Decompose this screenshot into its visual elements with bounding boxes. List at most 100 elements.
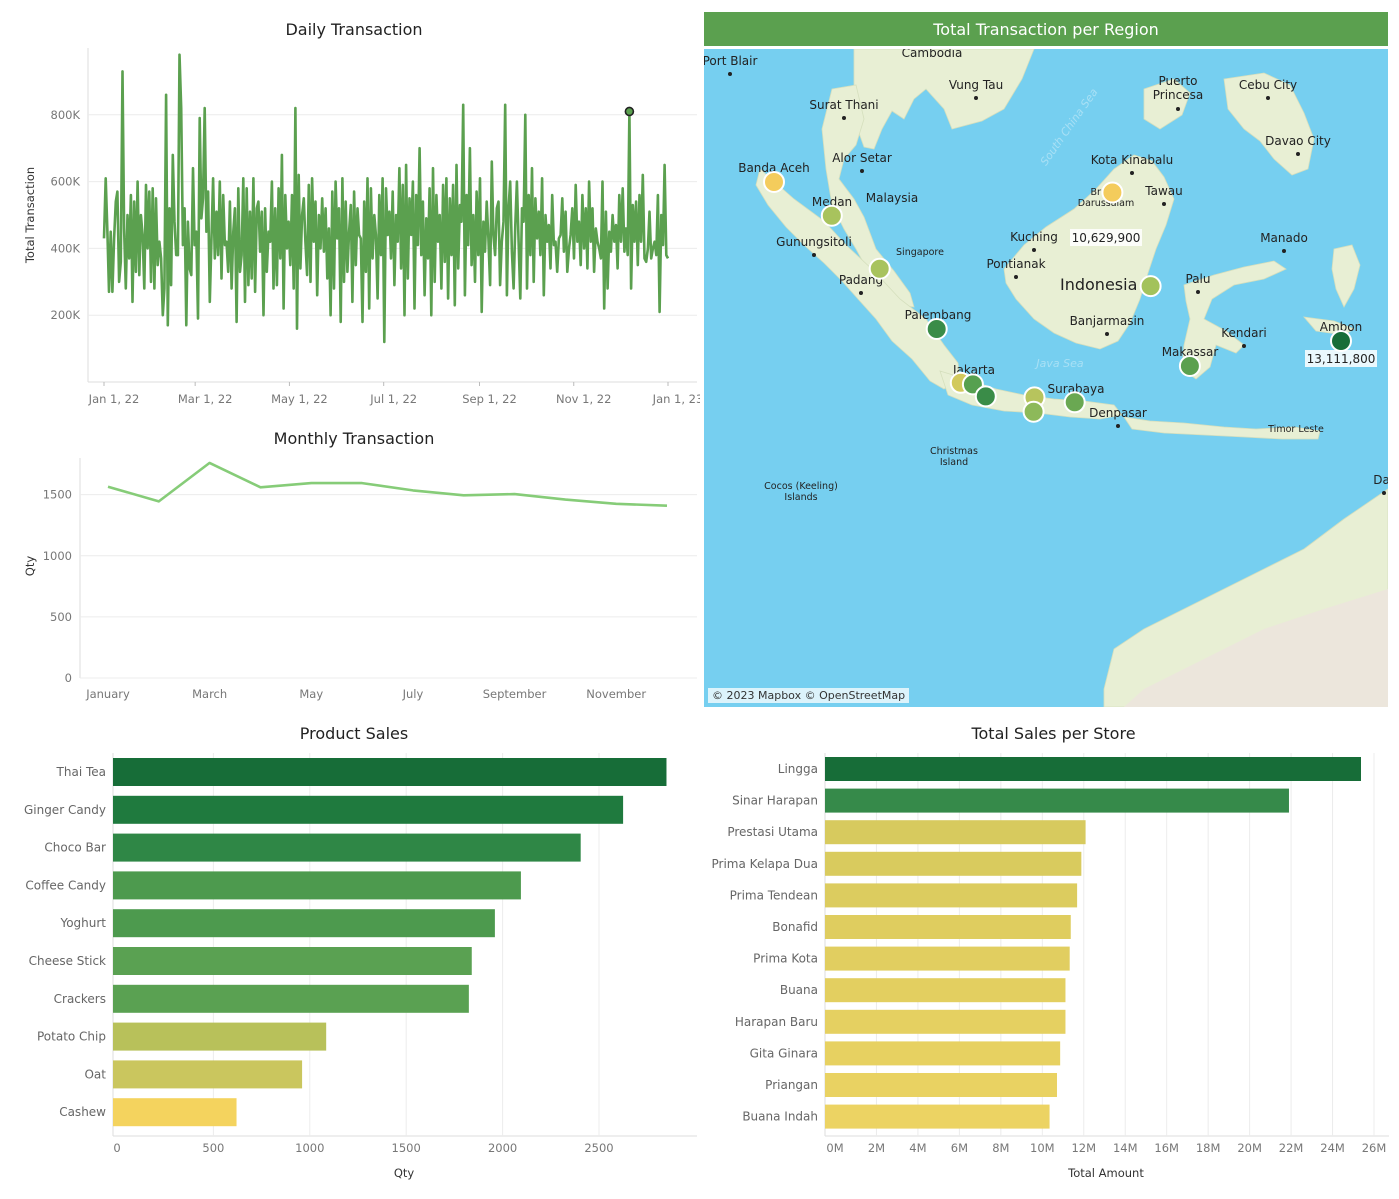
store-bar[interactable] [825,946,1070,971]
map-region-marker[interactable] [1063,391,1086,414]
map-city-dot [1382,491,1386,495]
store-category-label: Bonafid [772,920,818,934]
map-place-label: Singapore [896,247,944,258]
product-category-label: Cheese Stick [29,954,106,968]
monthly-y-tick-label: 500 [50,610,72,624]
region-map[interactable]: Cambodia Port Blair Vung Tau Surat Thani Pue… [704,49,1388,707]
store-category-label: Buana Indah [742,1110,818,1124]
map-city-dot [1116,424,1120,428]
store-x-tick-label: 2M [868,1141,885,1155]
store-bar[interactable] [825,1073,1057,1097]
map-place-label: Puerto Princesa [1153,74,1203,102]
store-category-label: Prima Kelapa Dua [712,857,818,871]
product-category-label: Coffee Candy [25,878,106,892]
product-bar[interactable] [113,795,624,824]
store-bar[interactable] [825,1041,1061,1066]
map-city-dot [1014,275,1018,279]
map-place-label: Palu [1186,272,1211,286]
product-bar[interactable] [113,871,521,900]
map-city-dot [812,253,816,257]
store-bar[interactable] [825,1009,1066,1034]
map-region-marker[interactable] [1101,181,1124,204]
map-place-label: Pontianak [986,257,1045,271]
map-region-marker[interactable] [1178,355,1201,377]
store-sales-chart[interactable]: 0M 2M 4M 6M 8M 10M 12M 14M 16M 18M 20M 22M 24M 26MTot… [700,715,1399,1199]
product-bar[interactable] [113,947,472,975]
map-city-dot [1162,202,1166,206]
store-x-axis-label: Total Amount [1067,1166,1144,1180]
product-sales-panel: Product Sales 0 500 1000 1500 2000 2500 Qty Tha… [0,715,700,1199]
map-city-dot [1032,248,1036,252]
map-city-dot [842,116,846,120]
map-country-label: Indonesia [1060,275,1137,294]
daily-x-tick-label: Mar 1, 22 [178,392,233,406]
map-place-label: Port Blair [704,54,757,68]
product-bar[interactable] [113,984,469,1013]
store-bar[interactable] [825,788,1289,813]
product-bar[interactable] [113,909,495,938]
map-region-marker[interactable] [974,385,997,408]
daily-x-tick-label: Sep 1, 22 [462,392,517,406]
monthly-y-axis-label: Qty [23,556,37,577]
map-city-dot [1282,249,1286,253]
product-sales-chart[interactable]: 0 500 1000 1500 2000 2500 Qty Thai Tea Ginger Ca… [0,715,700,1199]
map-city-dot [1266,96,1270,100]
product-bar[interactable] [113,1060,303,1089]
daily-y-tick-label: 400K [51,241,81,255]
monthly-x-tick-label: March [192,687,227,701]
store-bar[interactable] [825,1104,1050,1129]
store-bar[interactable] [825,978,1066,1003]
map-place-label: Alor Setar [832,151,892,165]
map-place-label: Malaysia [866,191,918,205]
map-region-marker[interactable] [820,204,843,227]
store-x-tick-label: 4M [909,1141,926,1155]
product-category-label: Potato Chip [37,1030,106,1044]
daily-highlight-point[interactable] [624,106,635,117]
map-place-label: Denpasar [1089,406,1147,420]
store-bar[interactable] [825,883,1078,908]
store-category-label: Prima Tendean [730,888,818,902]
product-bar[interactable] [113,758,667,786]
map-region-marker[interactable] [925,318,948,340]
monthly-transaction-chart[interactable]: 0 500 1000 1500 January March May July September… [0,420,700,710]
daily-transaction-chart[interactable]: 200K 400K 600K 800K Jan 1, 22 Mar 1, 22 May 1,… [0,0,700,420]
daily-series-line[interactable] [102,53,670,344]
store-x-tick-label: 26M [1362,1141,1387,1155]
map-city-dot [859,291,863,295]
store-x-tick-label: 0M [826,1141,843,1155]
store-category-label: Gita Ginara [750,1046,818,1060]
map-region-marker[interactable] [1022,400,1045,423]
monthly-series-line[interactable] [107,461,668,507]
map-place-label: Cebu City [1239,78,1297,92]
map-place-label: Kota Kinabalu [1091,153,1174,167]
product-bar[interactable] [113,1098,237,1127]
store-bar[interactable] [825,851,1082,876]
map-region-marker[interactable] [868,257,891,280]
product-category-label: Oat [84,1067,106,1081]
product-bar[interactable] [113,1022,327,1051]
store-bar[interactable] [825,757,1361,781]
map-place-label: Tawau [1144,184,1182,198]
product-bar[interactable] [113,833,581,862]
monthly-x-tick-label: November [586,687,646,701]
daily-x-tick-label: Jul 1, 22 [369,392,417,406]
map-title: Total Transaction per Region [704,12,1388,46]
map-place-label: Surat Thani [809,98,878,112]
monthly-x-tick-label: January [85,687,130,701]
map-city-dot [1196,290,1200,294]
store-x-tick-label: 16M [1154,1141,1179,1155]
map-city-dot [974,96,978,100]
daily-y-tick-label: 600K [51,175,81,189]
store-x-tick-label: 6M [951,1141,968,1155]
map-region-marker[interactable] [1139,275,1162,298]
store-bar[interactable] [825,915,1071,939]
daily-transaction-panel: Daily Transaction 200K 400K 600K 800K Jan 1,… [0,0,700,420]
map-place-label: Christmas Island [930,446,978,468]
map-value-label: 13,111,800 [1307,352,1376,366]
store-bar[interactable] [825,820,1086,845]
map-place-label: Timor Leste [1267,424,1324,435]
map-region-marker[interactable] [763,171,785,193]
map-region-marker[interactable] [1330,330,1352,352]
product-x-tick-label: 1000 [295,1141,324,1155]
map-place-label: Java Sea [1034,357,1083,370]
